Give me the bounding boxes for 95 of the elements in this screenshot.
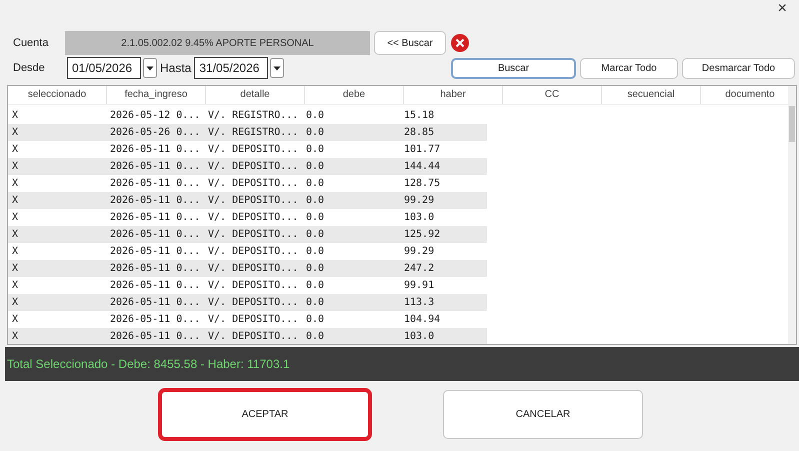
table-cell-text: V/. DEPOSITO... [207, 314, 300, 325]
table-cell-text: 2026-05-11 0... [109, 246, 202, 257]
date-field[interactable]: 01/05/2026 [67, 57, 141, 79]
table-cell-text: 144.44 [403, 161, 442, 172]
table-cell-text: 0.0 [305, 127, 326, 138]
table-cell-text: 2026-05-11 0... [109, 212, 202, 223]
table-cell-text: 2026-05-11 0... [109, 263, 202, 274]
table-cell-text: 0.0 [305, 144, 326, 155]
status-bar: Total Seleccionado - Debe: 8455.58 - Haber: 11703.1 [5, 347, 799, 381]
table-cell-text: V/. DEPOSITO... [207, 280, 300, 291]
table-cell-text: 2026-05-12 0... [109, 110, 202, 121]
table-cell-text: 2026-05-11 0... [109, 297, 202, 308]
table-cell-text: 99.29 [403, 195, 436, 206]
table-cell-text: 0.0 [305, 212, 326, 223]
table-cell-text: 2026-05-11 0... [109, 161, 202, 172]
table-cell-text: X [11, 178, 20, 189]
field-label: Desde [13, 62, 46, 74]
table-cell-text: V/. DEPOSITO... [207, 178, 300, 189]
table-cell-text: V/. DEPOSITO... [207, 161, 300, 172]
table-cell-text: 104.94 [403, 314, 442, 325]
table-cell-text: 103.0 [403, 331, 436, 342]
table-cell-text: X [11, 110, 20, 121]
account-field[interactable]: 2.1.05.002.02 9.45% APORTE PERSONAL [65, 31, 370, 55]
table-cell-text: 0.0 [305, 314, 326, 325]
column-header[interactable]: debe [305, 86, 404, 104]
table-cell-text: X [11, 280, 20, 291]
table-cell-text: X [11, 331, 20, 342]
search-button[interactable]: << Buscar [374, 31, 446, 55]
table-cell-text: 0.0 [305, 331, 326, 342]
column-header[interactable]: CC [503, 86, 602, 104]
table-cell-text: X [11, 212, 20, 223]
table-cell-text: 0.0 [305, 110, 326, 121]
action-button[interactable]: Desmarcar Todo [682, 58, 795, 78]
table-cell-text: V/. DEPOSITO... [207, 263, 300, 274]
action-button[interactable]: Buscar [451, 58, 576, 78]
table-cell-text: 113.3 [403, 297, 436, 308]
table-cell-text: V/. DEPOSITO... [207, 212, 300, 223]
column-header[interactable]: secuencial [602, 86, 701, 104]
table-cell-text: 2026-05-11 0... [109, 280, 202, 291]
field-label: Cuenta [13, 37, 50, 49]
date-field[interactable]: 31/05/2026 [194, 57, 268, 79]
table-cell-text: X [11, 314, 20, 325]
table-cell-text: 2026-05-11 0... [109, 178, 202, 189]
table-cell-text: 101.77 [403, 144, 442, 155]
table-cell-text: X [11, 161, 20, 172]
dialog-button[interactable]: CANCELAR [443, 390, 643, 439]
table-cell-text: 0.0 [305, 195, 326, 206]
close-button[interactable]: × [774, 0, 791, 18]
field-label: Hasta [160, 61, 192, 75]
table-cell-text: 2026-05-11 0... [109, 314, 202, 325]
table-cell-text: 2026-05-11 0... [109, 144, 202, 155]
table-cell-text: X [11, 229, 20, 240]
table-cell-text: 0.0 [305, 280, 326, 291]
table-cell-text: 247.2 [403, 263, 436, 274]
table-cell-text: 0.0 [305, 178, 326, 189]
table-cell-text: V/. REGISTRO... [207, 127, 300, 138]
dropdown-icon[interactable] [143, 58, 157, 78]
table-cell-text: X [11, 297, 20, 308]
table-cell-text: 2026-05-11 0... [109, 229, 202, 240]
table-cell-text: V/. DEPOSITO... [207, 195, 300, 206]
table-cell-text: 0.0 [305, 263, 326, 274]
clear-icon[interactable] [450, 33, 470, 53]
table-cell-text: 99.91 [403, 280, 436, 291]
table-cell-text: 0.0 [305, 246, 326, 257]
table-cell-text: X [11, 263, 20, 274]
table-cell-text: 2026-05-11 0... [109, 331, 202, 342]
table-cell-text: V/. DEPOSITO... [207, 229, 300, 240]
table-cell-text: 15.18 [403, 110, 436, 121]
table-cell-text: 99.29 [403, 246, 436, 257]
dropdown-icon[interactable] [270, 58, 284, 78]
column-header[interactable]: detalle [206, 86, 305, 104]
table-cell-text: 2026-05-11 0... [109, 195, 202, 206]
table-cell-text: 125.92 [403, 229, 442, 240]
table-cell-text: X [11, 127, 20, 138]
table-cell-text: X [11, 195, 20, 206]
table-cell-text: 0.0 [305, 229, 326, 240]
table-cell-text: 103.0 [403, 212, 436, 223]
scrollbar[interactable] [788, 86, 796, 344]
table-cell-text: 28.85 [403, 127, 436, 138]
action-button[interactable]: Marcar Todo [580, 58, 678, 78]
table-cell-text: X [11, 144, 20, 155]
column-header[interactable]: seleccionado [8, 86, 107, 104]
table-cell-text: 0.0 [305, 297, 326, 308]
table-cell-text: V/. REGISTRO... [207, 110, 300, 121]
dialog-button[interactable]: ACEPTAR [160, 390, 370, 439]
table-cell-text: V/. DEPOSITO... [207, 331, 300, 342]
table-cell-text: X [11, 246, 20, 257]
column-header[interactable]: haber [404, 86, 503, 104]
table-cell-text: 0.0 [305, 161, 326, 172]
table-cell-text: V/. DEPOSITO... [207, 297, 300, 308]
table-cell-text: V/. DEPOSITO... [207, 246, 300, 257]
table-cell-text: 2026-05-26 0... [109, 127, 202, 138]
table-cell-text: 128.75 [403, 178, 442, 189]
table-cell-text: V/. DEPOSITO... [207, 144, 300, 155]
column-header[interactable]: fecha_ingreso [107, 86, 206, 104]
